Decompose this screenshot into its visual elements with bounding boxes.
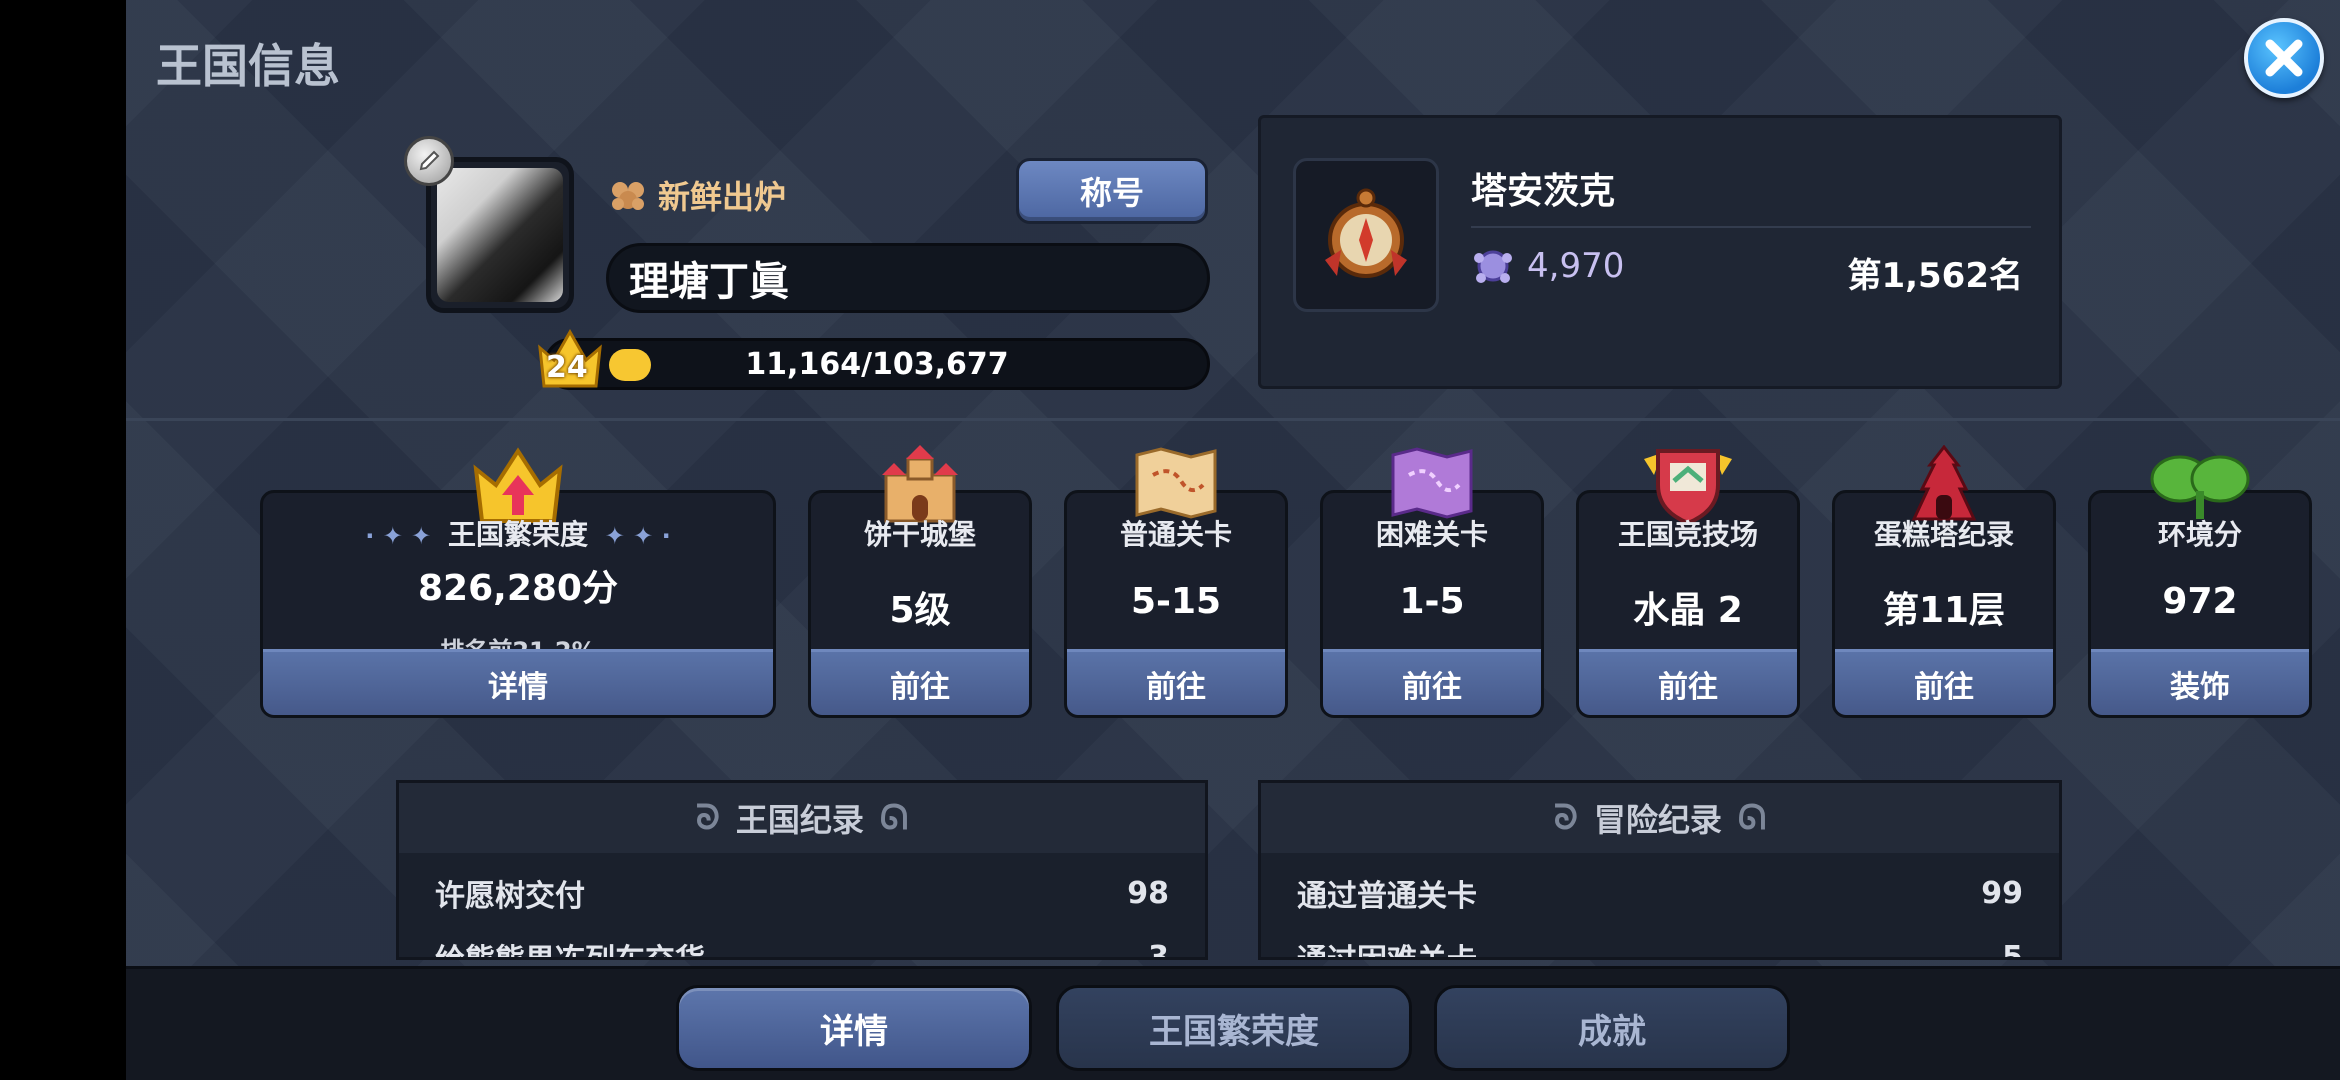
profile-tag: 新鲜出炉: [608, 172, 786, 218]
normal-stage-go-button[interactable]: 前往: [1067, 649, 1285, 715]
tab-details[interactable]: 详情: [676, 985, 1032, 1071]
stat-card-hard-stage: 困难关卡 1-5 前往: [1320, 447, 1544, 718]
section-divider: [126, 418, 2340, 421]
pencil-icon: [419, 150, 440, 171]
record-value: 99: [1981, 875, 2023, 911]
kingdom-record-title: 王国纪录: [735, 801, 864, 839]
stat-value: 水晶 2: [1633, 590, 1743, 631]
swirl-right-icon: ᘏ: [1737, 798, 1767, 838]
record-value: 3: [1148, 939, 1169, 960]
list-item: 通过普通关卡 99: [1261, 861, 2059, 925]
hard-stage-go-button[interactable]: 前往: [1323, 649, 1541, 715]
kingdom-record-header: ᘐ 王国纪录 ᘏ: [399, 783, 1205, 853]
guild-trophy-count: 4,970: [1527, 246, 1625, 286]
list-item: 许愿树交付 98: [399, 861, 1205, 925]
kingdom-record-panel: ᘐ 王国纪录 ᘏ 许愿树交付 98 给熊熊果冻列车交货 3: [396, 780, 1208, 960]
tower-icon: [1911, 445, 1977, 521]
experience-bar: 11,164/103,677: [544, 338, 1210, 390]
record-value: 5: [2002, 939, 2023, 960]
stat-label: 王国竞技场: [1617, 518, 1758, 551]
stat-value: 826,280分: [418, 568, 618, 609]
profile-tag-label: 新鲜出炉: [658, 178, 787, 216]
record-label: 许愿树交付: [435, 879, 585, 914]
player-name-field: 理塘丁眞: [606, 243, 1210, 313]
stat-value: 5级: [889, 590, 951, 631]
kingdom-info-screen: 王国信息 新鲜出炉 称号 理塘丁眞 11,164/103,677 24 塔安茨克…: [126, 0, 2340, 1080]
avatar-edit-button[interactable]: [404, 136, 454, 186]
stat-label: 普通关卡: [1119, 518, 1232, 551]
experience-fill: [609, 349, 651, 381]
guild-name: 塔安茨克: [1471, 171, 1616, 212]
record-label: 通过困难关卡: [1297, 935, 1477, 957]
swirl-left-icon: ᘐ: [1553, 798, 1578, 838]
stat-value: 972: [2162, 581, 2238, 622]
stat-label: 困难关卡: [1375, 518, 1488, 551]
stat-card-castle: 饼干城堡 5级 前往: [808, 445, 1032, 718]
swirl-left-icon: ᘐ: [695, 798, 720, 838]
bottom-tab-bar: 详情 王国繁荣度 成就: [126, 966, 2340, 1080]
sparkle-right-icon: ✦ ✦ ·: [588, 522, 671, 550]
stat-card-environment: 环境分 972 装饰: [2088, 455, 2312, 718]
adventure-record-header: ᘐ 冒险纪录 ᘏ: [1261, 783, 2059, 853]
avatar-image: [437, 168, 563, 302]
list-item: 给熊熊果冻列车交货 3: [399, 925, 1205, 960]
stat-label: 环境分: [2157, 518, 2242, 551]
stat-value: 1-5: [1399, 581, 1465, 622]
stat-value: 第11层: [1882, 590, 2006, 631]
stat-card-arena: 王国竞技场 水晶 2 前往: [1576, 449, 1800, 718]
swirl-right-icon: ᘏ: [879, 798, 909, 838]
stat-label: · ✦ ✦ 王国繁荣度 ✦ ✦ ·: [263, 513, 773, 553]
tab-prosperity[interactable]: 王国繁荣度: [1056, 985, 1412, 1071]
close-button[interactable]: [2244, 18, 2324, 98]
page-title: 王国信息: [156, 39, 340, 93]
stat-card-prosperity: · ✦ ✦ 王国繁荣度 ✦ ✦ · 826,280分 排名前21.2% 详情: [260, 447, 776, 718]
castle-go-button[interactable]: 前往: [811, 649, 1029, 715]
player-level: 24: [546, 350, 588, 385]
trophy-icon: [1474, 250, 1512, 283]
guild-divider: [1471, 226, 2031, 228]
stat-label: 饼干城堡: [863, 518, 976, 551]
stat-value: 5-15: [1130, 581, 1222, 622]
decorate-button[interactable]: 装饰: [2091, 649, 2309, 715]
compass-emblem-icon: [1325, 188, 1407, 278]
cookie-tag-icon: [612, 182, 644, 210]
clover-icon: [2150, 455, 2250, 519]
guild-rank: 第1,562名: [1847, 256, 2023, 296]
guild-trophies: 4,970: [1471, 244, 1624, 288]
sparkle-left-icon: · ✦ ✦: [365, 522, 448, 550]
player-name: 理塘丁眞: [629, 259, 789, 305]
experience-text: 11,164/103,677: [745, 346, 1009, 382]
list-item: 通过困难关卡 5: [1261, 925, 2059, 960]
cake-tower-go-button[interactable]: 前往: [1835, 649, 2053, 715]
guild-emblem: [1293, 158, 1439, 312]
record-label: 给熊熊果冻列车交货: [435, 935, 705, 957]
title-button[interactable]: 称号: [1016, 158, 1208, 224]
stat-label-text: 王国繁荣度: [447, 518, 588, 551]
stat-card-cake-tower: 蛋糕塔纪录 第11层 前往: [1832, 445, 2056, 718]
guild-panel[interactable]: 塔安茨克 4,970 第1,562名: [1258, 115, 2062, 389]
avatar[interactable]: [426, 157, 574, 313]
close-icon: [2265, 39, 2303, 77]
tab-achievements[interactable]: 成就: [1434, 985, 1790, 1071]
stat-card-normal-stage: 普通关卡 5-15 前往: [1064, 447, 1288, 718]
adventure-record-title: 冒险纪录: [1593, 801, 1722, 839]
record-label: 通过普通关卡: [1297, 879, 1477, 914]
hard-map-icon: [1391, 447, 1473, 519]
adventure-record-panel: ᘐ 冒险纪录 ᘏ 通过普通关卡 99 通过困难关卡 5: [1258, 780, 2062, 960]
stat-label: 蛋糕塔纪录: [1873, 518, 2014, 551]
record-value: 98: [1127, 875, 1169, 911]
arena-go-button[interactable]: 前往: [1579, 649, 1797, 715]
map-icon: [1135, 447, 1217, 519]
prosperity-details-button[interactable]: 详情: [263, 649, 773, 715]
